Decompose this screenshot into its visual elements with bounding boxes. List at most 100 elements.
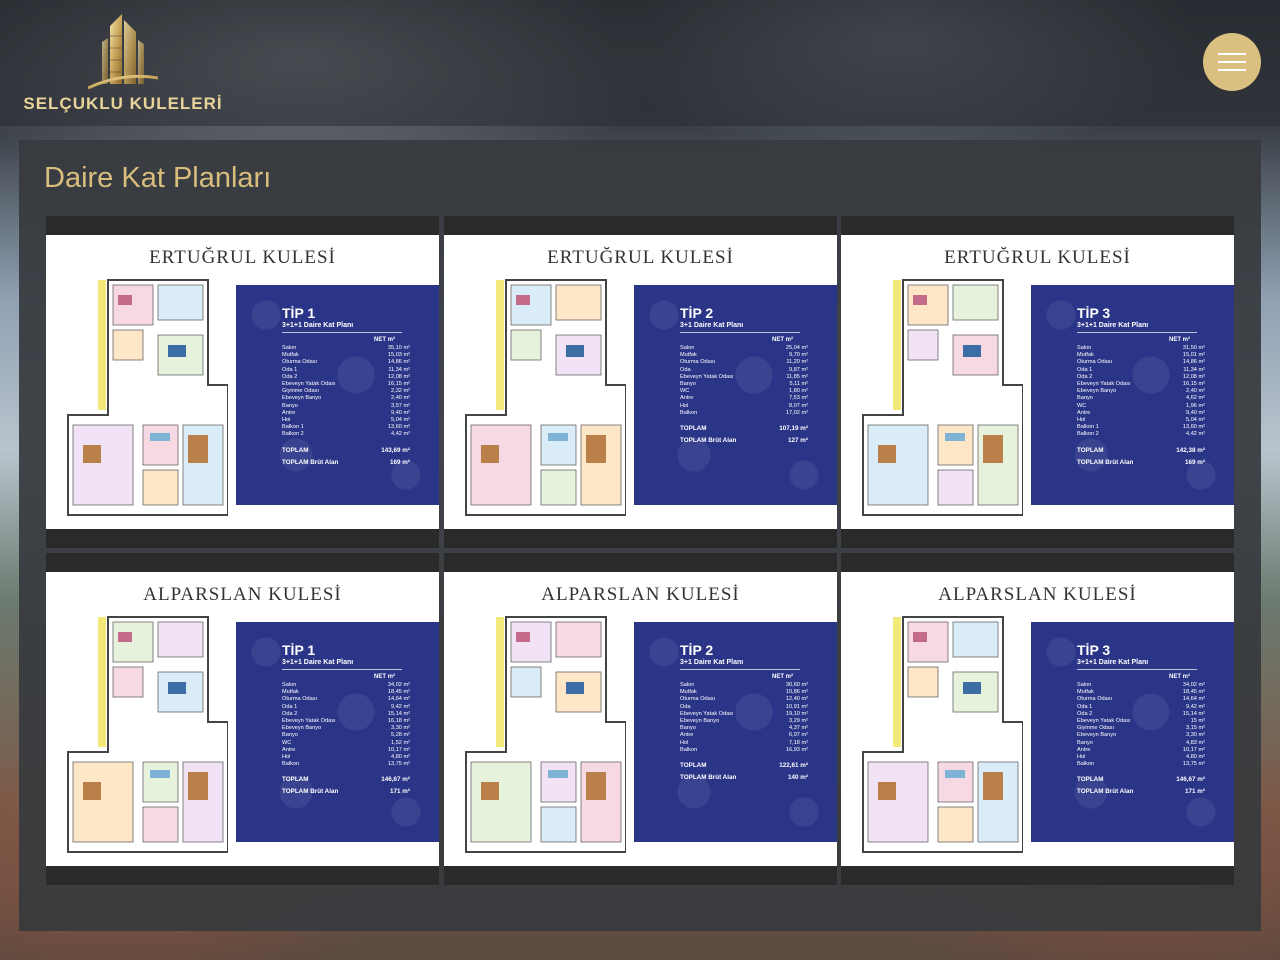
room-name: Ebeveyn Banyo	[1077, 732, 1117, 739]
tower-name: ERTUĞRUL KULESİ	[944, 247, 1131, 268]
gross-label: TOPLAM Brüt Alan	[1077, 788, 1134, 796]
room-area: 4,42 m²	[1186, 431, 1205, 438]
plan-type: TİP 2	[680, 642, 714, 658]
room-row: Ebeveyn Yatak Odası 11,85 m²	[680, 374, 808, 381]
room-name: Ebeveyn Banyo	[680, 718, 720, 725]
floor-plan-image[interactable]: ERTUĞRUL KULESİ TİP 1 3+1+1 Daire Kat Plan…	[46, 235, 439, 529]
page-title: Daire Kat Planları	[44, 162, 272, 194]
room-name: Ebeveyn Yatak Odası	[282, 381, 336, 388]
tower-name: ERTUĞRUL KULESİ	[547, 247, 734, 268]
total-row: TOPLAM 146,67 m²	[1077, 776, 1205, 783]
room-area: 16,93 m²	[785, 746, 808, 753]
room-name: Antre	[680, 395, 694, 402]
room-name: Hol	[1077, 417, 1086, 424]
room-name: Antre	[282, 746, 296, 753]
room-area: 34,02 m²	[1182, 682, 1205, 688]
room-area: 1,96 m²	[1186, 402, 1205, 409]
floor-plan-card[interactable]: ALPARSLAN KULESİ TİP 1 3+1+1 Daire Kat Pla…	[46, 553, 439, 885]
room-name: Oda 2	[282, 373, 298, 380]
spec-divider	[680, 332, 800, 333]
plan-subtitle: 3+1+1 Daire Kat Planı	[1077, 322, 1149, 329]
floor-plan-card[interactable]: ERTUĞRUL KULESİ TİP 3 3+1+1 Daire Kat Plan…	[841, 216, 1234, 548]
room-area: 14,86 m²	[387, 359, 410, 366]
floor-plan-card[interactable]: ERTUĞRUL KULESİ TİP 1 3+1+1 Daire Kat Plan…	[46, 216, 439, 548]
floor-plan-image[interactable]: ERTUĞRUL KULESİ TİP 2 3+1 Daire Kat Planı N…	[444, 235, 837, 529]
room-row: Oda 1 9,42 m²	[282, 704, 410, 711]
room-name: Hol	[1077, 754, 1086, 761]
room-name: Oturma Odası	[1077, 696, 1113, 703]
logo-text: SELÇUKLU KULELERİ	[23, 94, 223, 113]
room-name: Balkon	[680, 409, 698, 416]
spec-divider	[1077, 669, 1197, 670]
room-area: 2,40 m²	[391, 395, 410, 402]
room-area: 3,29 m²	[789, 718, 808, 725]
room-area: 10,17 m²	[387, 746, 410, 753]
floor-plan-drawing	[67, 279, 228, 516]
room-area: 13,75 m²	[1182, 761, 1205, 768]
room-row: Mutfak 15,01 m²	[1077, 352, 1205, 359]
room-row: Balkon 13,75 m²	[282, 761, 410, 768]
room-row: Ebeveyn Banyo 3,29 m²	[680, 718, 808, 725]
room-list: Salon 31,50 m² Mutfak 15,01 m² Oturma Odası 1…	[1077, 345, 1205, 439]
plan-subtitle: 3+1 Daire Kat Planı	[680, 659, 744, 666]
floor-plan-drawing	[465, 279, 626, 516]
gross-row: TOPLAM Brüt Alan 169 m²	[1077, 459, 1205, 466]
floor-plan-image[interactable]: ALPARSLAN KULESİ TİP 2 3+1 Daire Kat Planı…	[444, 572, 837, 866]
room-area: 30,60 m²	[785, 682, 808, 688]
room-area: 10,17 m²	[1182, 746, 1205, 753]
room-name: Antre	[282, 409, 296, 416]
room-name: WC	[282, 739, 292, 746]
room-area: 12,40 m²	[785, 696, 808, 703]
room-row: WC 1,52 m²	[282, 740, 410, 747]
room-area: 9,40 m²	[391, 409, 410, 416]
spec-divider	[282, 669, 402, 670]
spec-box: TİP 1 3+1+1 Daire Kat Planı NET m² Salon 34,…	[236, 622, 439, 842]
room-row: Salon 34,02 m²	[282, 682, 410, 689]
room-row: Balkon 13,75 m²	[1077, 761, 1205, 768]
room-name: Ebeveyn Banyo	[282, 395, 322, 402]
floor-plan-image[interactable]: ERTUĞRUL KULESİ TİP 3 3+1+1 Daire Kat Plan…	[841, 235, 1234, 529]
room-row: Banyo 3,57 m²	[282, 403, 410, 410]
room-row: Banyo 4,37 m²	[680, 725, 808, 732]
spec-box: TİP 2 3+1 Daire Kat Planı NET m² Salon 25,04…	[634, 285, 837, 505]
room-row: Antre 10,17 m²	[1077, 747, 1205, 754]
floor-plan-image[interactable]: ALPARSLAN KULESİ TİP 1 3+1+1 Daire Kat Pla…	[46, 572, 439, 866]
floor-plan-card[interactable]: ERTUĞRUL KULESİ TİP 2 3+1 Daire Kat Planı N…	[444, 216, 837, 548]
site-logo[interactable]: SELÇUKLU KULELERİ	[18, 12, 228, 116]
plan-subtitle: 3+1 Daire Kat Planı	[680, 322, 744, 329]
room-area: 13,60 m²	[387, 424, 410, 431]
room-name: Banyo	[1077, 739, 1093, 746]
room-area: 16,15 m²	[387, 381, 410, 388]
room-area: 17,02 m²	[785, 409, 808, 416]
room-name: Ebeveyn Yatak Odası	[282, 718, 336, 725]
net-label: NET m²	[374, 337, 395, 343]
total-label: TOPLAM	[1077, 446, 1104, 454]
menu-button[interactable]	[1203, 33, 1261, 91]
room-name: Mutfak	[1077, 689, 1094, 696]
floor-plan-image[interactable]: ALPARSLAN KULESİ TİP 3 3+1+1 Daire Kat Pla…	[841, 572, 1234, 866]
floor-plan-card[interactable]: ALPARSLAN KULESİ TİP 3 3+1+1 Daire Kat Pla…	[841, 553, 1234, 885]
room-name: Hol	[282, 417, 291, 424]
room-row: Antre 6,97 m²	[680, 732, 808, 739]
room-row: Ebeveyn Yatak Odası 16,15 m²	[282, 381, 410, 388]
plan-subtitle: 3+1+1 Daire Kat Planı	[1077, 659, 1149, 666]
room-row: Oda 1 11,34 m²	[1077, 367, 1205, 374]
room-name: Oda 1	[1077, 366, 1093, 373]
room-row: Banyo 5,28 m²	[282, 732, 410, 739]
room-name: Hol	[680, 739, 689, 746]
room-area: 16,18 m²	[387, 718, 410, 725]
room-name: Antre	[680, 732, 694, 739]
gross-value: 171 m²	[390, 788, 410, 796]
gross-value: 169 m²	[1185, 458, 1205, 466]
room-row: Balkon 17,02 m²	[680, 410, 808, 417]
room-area: 9,87 m²	[789, 366, 808, 373]
room-row: Hol 5,04 m²	[1077, 417, 1205, 424]
plan-subtitle: 3+1+1 Daire Kat Planı	[282, 322, 354, 329]
room-name: Salon	[1077, 682, 1092, 688]
room-row: Oturma Odası 14,64 m²	[282, 696, 410, 703]
room-name: Ebeveyn Yatak Odası	[1077, 718, 1131, 725]
room-area: 10,91 m²	[785, 703, 808, 710]
room-area: 15,01 m²	[1182, 352, 1205, 359]
floor-plan-card[interactable]: ALPARSLAN KULESİ TİP 2 3+1 Daire Kat Planı…	[444, 553, 837, 885]
spec-box: TİP 1 3+1+1 Daire Kat Planı NET m² Salon 35,…	[236, 285, 439, 505]
